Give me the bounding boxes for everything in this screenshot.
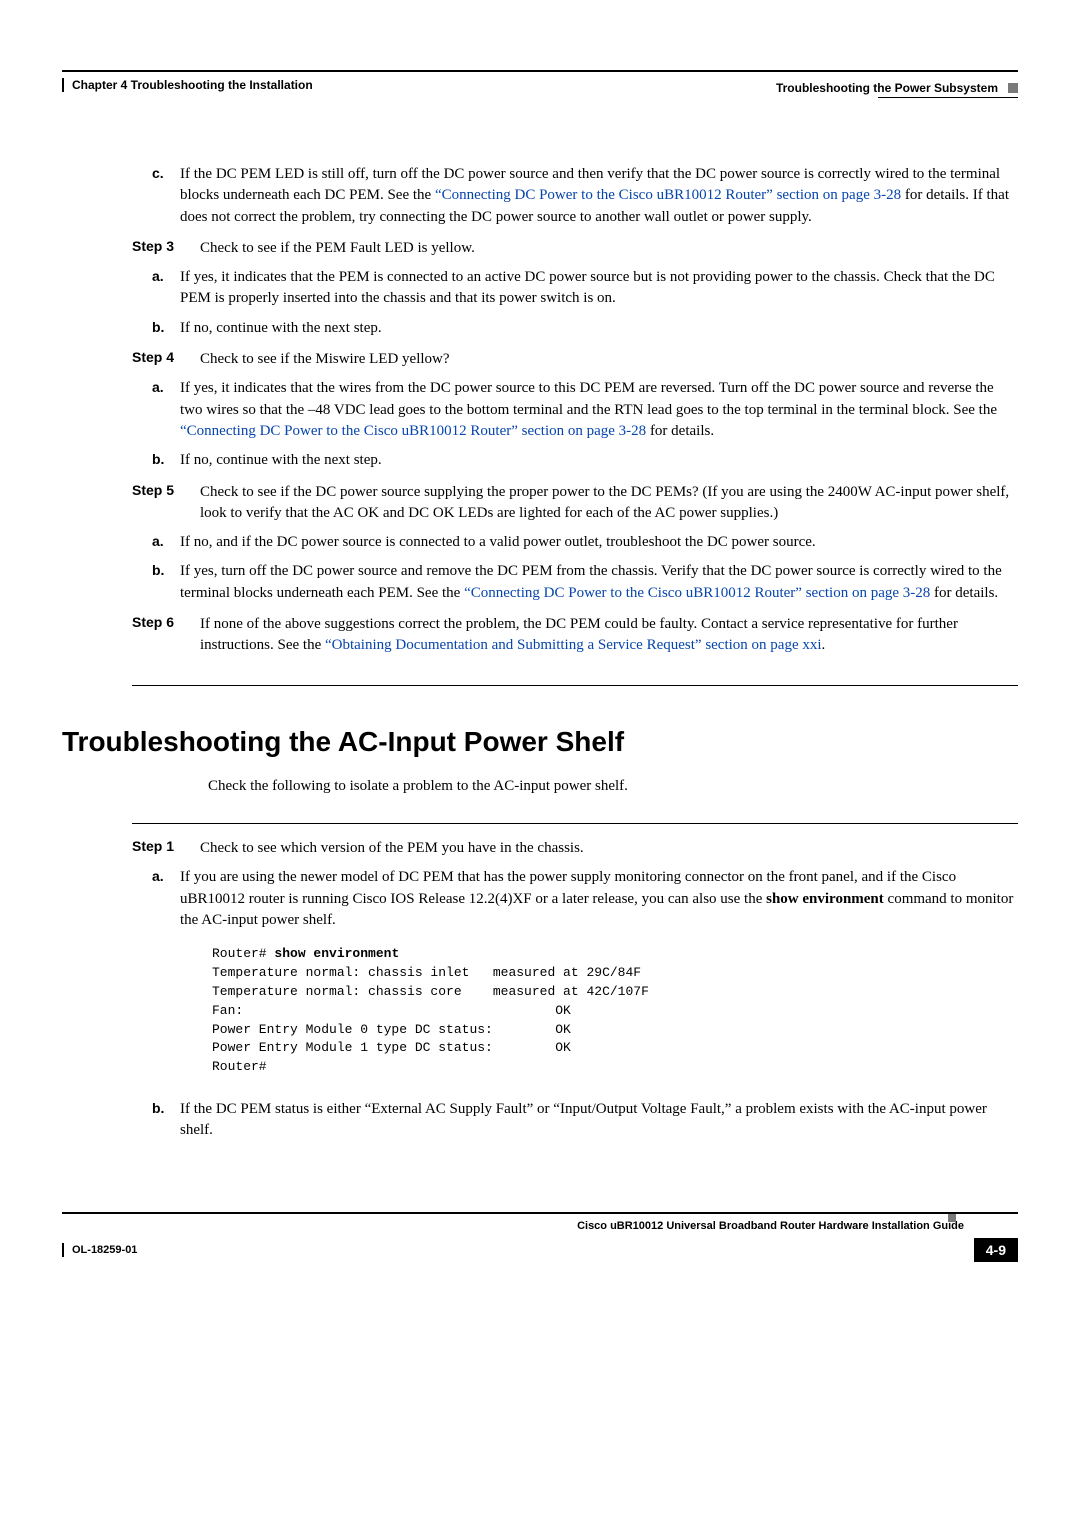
step3a-text: If yes, it indicates that the PEM is con… [180, 267, 1018, 310]
sec-step1b-marker: b. [152, 1099, 170, 1142]
cli-output: Router# show environment Temperature nor… [212, 945, 1018, 1077]
step3a-marker: a. [152, 267, 170, 310]
sec-step1a-marker: a. [152, 867, 170, 1091]
step4-label: Step 4 [132, 349, 184, 370]
step3-label: Step 3 [132, 238, 184, 259]
step4a-text: If yes, it indicates that the wires from… [180, 378, 1018, 442]
footer-marker-icon [948, 1214, 956, 1222]
section-heading-ac-shelf: Troubleshooting the AC-Input Power Shelf [62, 726, 1018, 758]
step5-text: Check to see if the DC power source supp… [200, 482, 1018, 525]
step6-label: Step 6 [132, 614, 184, 657]
header-marker-icon [1008, 83, 1018, 93]
step5b-text: If yes, turn off the DC power source and… [180, 561, 1018, 604]
cmd-show-env-inline: show environment [766, 891, 884, 907]
step5-label: Step 5 [132, 482, 184, 525]
sec-step1-text: Check to see which version of the PEM yo… [200, 838, 1018, 859]
section-intro: Check the following to isolate a problem… [208, 776, 1018, 797]
steps-end-rule [132, 685, 1018, 686]
step4-text: Check to see if the Miswire LED yellow? [200, 349, 1018, 370]
link-dc-power-2[interactable]: “Connecting DC Power to the Cisco uBR100… [180, 423, 646, 439]
link-service-request[interactable]: “Obtaining Documentation and Submitting … [325, 637, 822, 653]
step4b-text: If no, continue with the next step. [180, 450, 1018, 471]
step3b-marker: b. [152, 318, 170, 339]
cli-command: show environment [274, 946, 399, 961]
page-number-badge: 4-9 [974, 1238, 1018, 1262]
header-section: Troubleshooting the Power Subsystem [776, 81, 998, 95]
sec-step1b-text: If the DC PEM status is either “External… [180, 1099, 1018, 1142]
step4b-marker: b. [152, 450, 170, 471]
footer-guide-title: Cisco uBR10012 Universal Broadband Route… [62, 1220, 1018, 1232]
link-dc-power-1[interactable]: “Connecting DC Power to the Cisco uBR100… [435, 187, 901, 203]
steps-start-rule [132, 823, 1018, 824]
step3-text: Check to see if the PEM Fault LED is yel… [200, 238, 1018, 259]
text-c: If the DC PEM LED is still off, turn off… [180, 164, 1018, 228]
sec-step1-label: Step 1 [132, 838, 184, 859]
step5a-text: If no, and if the DC power source is con… [180, 532, 1018, 553]
step4a-marker: a. [152, 378, 170, 442]
link-dc-power-3[interactable]: “Connecting DC Power to the Cisco uBR100… [464, 585, 930, 601]
step6-text: If none of the above suggestions correct… [200, 614, 1018, 657]
marker-c: c. [152, 164, 170, 228]
footer-docnum: OL-18259-01 [72, 1244, 137, 1256]
step3b-text: If no, continue with the next step. [180, 318, 1018, 339]
header-underline [878, 97, 1018, 98]
header-chapter: Chapter 4 Troubleshooting the Installati… [72, 78, 313, 92]
sec-step1a-text: If you are using the newer model of DC P… [180, 867, 1018, 1091]
step5a-marker: a. [152, 532, 170, 553]
step5b-marker: b. [152, 561, 170, 604]
